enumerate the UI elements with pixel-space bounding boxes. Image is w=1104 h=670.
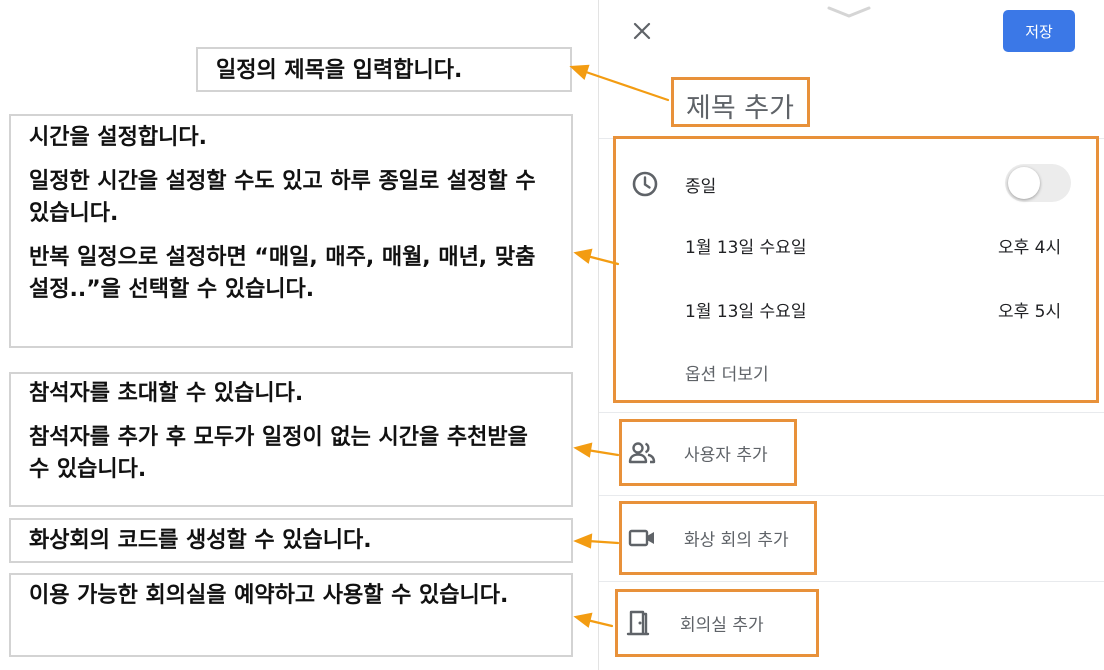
start-date[interactable]: 1월 13일 수요일 [685,233,806,258]
end-date[interactable]: 1월 13일 수요일 [685,297,806,322]
annotation-time: 시간을 설정합니다. 일정한 시간을 설정할 수도 있고 하루 종일로 설정할 … [9,114,573,348]
more-options-link[interactable]: 옵션 더보기 [685,360,769,385]
annotation-title: 일정의 제목을 입력합니다. [196,47,572,92]
arrowhead-video [573,533,593,549]
close-button[interactable] [627,16,657,46]
title-input[interactable]: 제목 추가 [686,86,794,125]
title-highlight: 제목 추가 [671,77,810,127]
close-icon [633,22,651,40]
end-time[interactable]: 오후 5시 [998,297,1061,322]
annotation-room: 이용 가능한 회의실을 예약하고 사용할 수 있습니다. [9,573,573,657]
add-room-button[interactable]: 회의실 추가 [615,589,819,657]
arrowhead-room [573,612,593,628]
arrowhead-time [573,248,593,264]
start-time[interactable]: 오후 4시 [998,233,1061,258]
event-editor-panel: 저장 제목 추가 종일 1월 13일 수요일 오후 4시 1월 13일 수요일 … [598,0,1104,670]
door-icon [626,610,650,636]
annotation-room-text: 이용 가능한 회의실을 예약하고 사용할 수 있습니다. [29,583,509,608]
clock-icon [632,171,658,197]
annotation-time-line-3: 반복 일정으로 설정하면 “매일, 매주, 매월, 매년, 맞춤 설정..”을 … [29,244,536,302]
arrowhead-title [569,64,590,80]
annotation-attendees-line-2: 참석자를 추가 후 모두가 일정이 없는 시간을 추천받을 수 있습니다. [29,424,528,482]
divider [599,581,1104,582]
arrowhead-attendees [573,442,593,458]
add-video-button[interactable]: 화상 회의 추가 [619,501,817,575]
toggle-knob [1008,167,1040,199]
chevron-down-icon[interactable] [827,6,871,18]
save-button[interactable]: 저장 [1003,10,1075,52]
annotation-title-text: 일정의 제목을 입력합니다. [216,58,463,83]
divider [599,495,1104,496]
people-icon [628,441,656,463]
all-day-label: 종일 [685,177,717,197]
add-room-label: 회의실 추가 [680,615,764,636]
time-section: 종일 1월 13일 수요일 오후 4시 1월 13일 수요일 오후 5시 옵션 … [613,136,1099,403]
add-video-label: 화상 회의 추가 [684,530,789,551]
add-people-label: 사용자 추가 [684,445,768,465]
all-day-toggle[interactable] [1005,164,1071,202]
divider [599,412,1104,413]
annotation-attendees-line-1: 참석자를 초대할 수 있습니다. [29,381,304,406]
video-camera-icon [628,529,654,547]
add-people-button[interactable]: 사용자 추가 [619,419,797,486]
annotation-time-line-2: 일정한 시간을 설정할 수도 있고 하루 종일로 설정할 수 있습니다. [29,168,536,226]
annotation-attendees: 참석자를 초대할 수 있습니다. 참석자를 추가 후 모두가 일정이 없는 시간… [9,372,573,507]
annotation-time-line-1: 시간을 설정합니다. [29,125,207,150]
annotation-video: 화상회의 코드를 생성할 수 있습니다. [9,518,573,563]
annotation-video-text: 화상회의 코드를 생성할 수 있습니다. [29,528,372,553]
